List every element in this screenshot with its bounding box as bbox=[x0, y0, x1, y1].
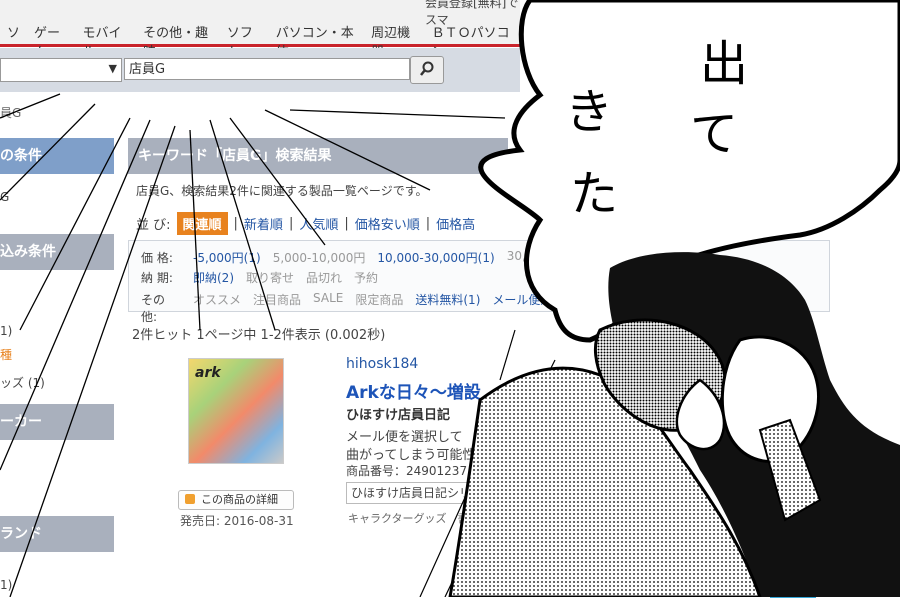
manga-overlay: 出 て き た bbox=[0, 0, 900, 597]
bubble-char: き bbox=[565, 84, 613, 140]
bubble-char: 出 bbox=[700, 36, 748, 92]
bubble-char: た bbox=[570, 166, 618, 222]
bubble-char: て bbox=[690, 106, 738, 162]
focus-lines bbox=[0, 93, 506, 597]
